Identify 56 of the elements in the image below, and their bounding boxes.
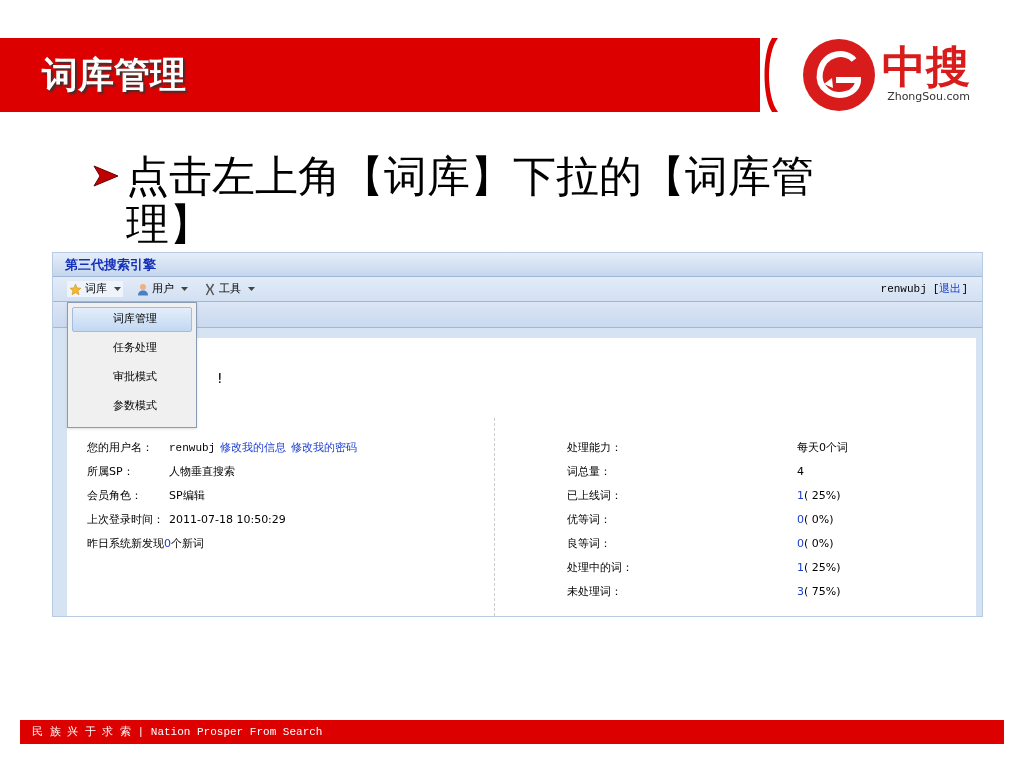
new-words-sentence: 昨日系统新发现0个新词 <box>87 536 205 552</box>
stat-count-link[interactable]: 0 <box>797 536 804 553</box>
greeting-text: ! <box>217 370 223 386</box>
stat-label: 处理中的词： <box>567 560 634 577</box>
stat-label: 未处理词： <box>567 584 623 601</box>
stat-count-link[interactable]: 1 <box>797 488 804 505</box>
field-label: 您的用户名： <box>87 440 154 457</box>
menu-button[interactable]: 工具 <box>202 280 257 298</box>
stat-count-link[interactable]: 1 <box>797 560 804 577</box>
field-value: 人物垂直搜索 <box>169 464 235 481</box>
stat-label: 优等词： <box>567 512 612 529</box>
stat-share: ( 75%) <box>804 584 841 601</box>
profile-link[interactable]: 修改我的信息 <box>220 440 287 457</box>
menu-button[interactable]: 用户 <box>135 280 190 298</box>
dropdown-item[interactable]: 审批模式 <box>72 365 192 390</box>
caret-icon <box>181 287 188 291</box>
field-label: 会员角色： <box>87 488 143 505</box>
field-label: 上次登录时间： <box>87 512 165 529</box>
user-icon <box>137 282 149 296</box>
footer-slogan: 民 族 兴 于 求 索 | Nation Prosper From Search <box>32 724 323 740</box>
count-link[interactable]: 0 <box>164 537 171 550</box>
field-value: 2011-07-18 10:50:29 <box>169 512 286 529</box>
stat-count-link[interactable]: 3 <box>797 584 804 601</box>
username: renwubj <box>880 281 927 297</box>
stat-label: 良等词： <box>567 536 612 553</box>
bracket-icon <box>764 38 778 112</box>
stat-share: ( 0%) <box>804 512 834 529</box>
slide-title: 词库管理 <box>42 53 186 97</box>
stat-label: 处理能力： <box>567 440 623 457</box>
caret-icon <box>248 287 255 291</box>
stat-value: 每天0个词 <box>797 440 848 457</box>
bullet-arrow-icon <box>92 164 120 188</box>
dropdown-item[interactable]: 参数模式 <box>72 394 192 419</box>
logo-domain: ZhongSou.com <box>887 89 970 105</box>
field-value: renwubj <box>169 441 216 457</box>
dropdown-item[interactable]: 任务处理 <box>72 336 192 361</box>
caret-icon <box>114 287 121 291</box>
stat-label: 已上线词： <box>567 488 623 505</box>
field-label: 所属SP： <box>87 464 135 481</box>
star-icon <box>69 282 82 296</box>
field-value: SP编辑 <box>169 488 205 505</box>
stat-share: ( 25%) <box>804 560 841 577</box>
menu-button[interactable]: 词库 <box>67 280 123 298</box>
stat-share: ( 0%) <box>804 536 834 553</box>
app-title: 第三代搜索引擎 <box>65 255 156 274</box>
profile-link[interactable]: 修改我的密码 <box>291 440 358 457</box>
stat-value: 4 <box>797 464 804 481</box>
stat-count-link[interactable]: 0 <box>797 512 804 529</box>
bracket-right: ] <box>961 281 968 297</box>
bracket-left: [ <box>932 281 940 297</box>
logo-text: 中搜 <box>882 44 970 89</box>
stat-share: ( 25%) <box>804 488 841 505</box>
bullet-text: 点击左上角【词库】下拉的【词库管理】 <box>126 152 815 248</box>
logout-link[interactable]: 退出 <box>939 280 962 298</box>
stat-label: 词总量： <box>567 464 612 481</box>
dropdown-item[interactable]: 词库管理 <box>72 307 192 332</box>
